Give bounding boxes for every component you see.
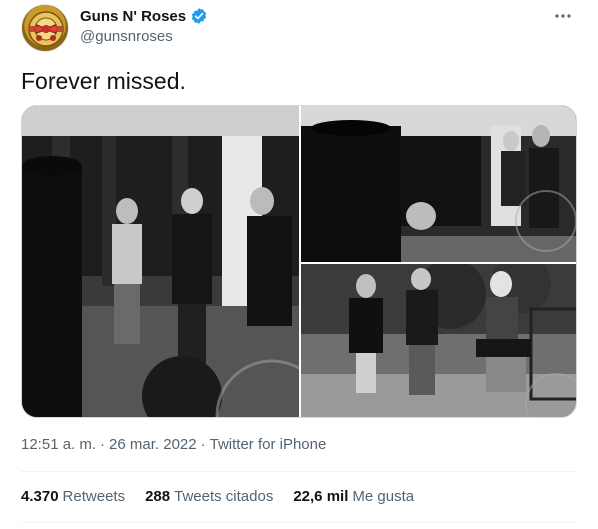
media-grid (21, 105, 577, 418)
retweets-label: Retweets (62, 488, 126, 505)
retweets-count: 4.370 (21, 488, 59, 505)
gnr-logo-icon (28, 11, 64, 47)
quote-tweets-count: 288 (145, 488, 171, 505)
likes-stat[interactable]: 22,6 mil Me gusta (293, 488, 414, 505)
photo-image (22, 106, 299, 417)
verified-badge-icon (191, 8, 207, 24)
photo-band-rehearsal[interactable] (301, 106, 576, 262)
quote-tweets-stat[interactable]: 288 Tweets citados (145, 488, 273, 505)
author-display-name-row[interactable]: Guns N' Roses (80, 7, 208, 25)
tweet-text: Forever missed. (21, 68, 186, 94)
photo-image (301, 106, 576, 262)
ellipsis-icon (555, 14, 571, 18)
divider (21, 522, 577, 523)
likes-count: 22,6 mil (293, 488, 349, 505)
more-options-icon[interactable] (552, 6, 574, 26)
photo-band-outdoor[interactable] (301, 264, 576, 417)
photo-image (301, 264, 576, 417)
tweet: Guns N' Roses @gunsnroses Forever missed… (0, 0, 598, 529)
tweet-time[interactable]: 12:51 a. m. (21, 436, 96, 453)
tweet-stats: 4.370 Retweets 288 Tweets citados 22,6 m… (21, 488, 414, 505)
avatar[interactable] (21, 4, 69, 52)
meta-separator: · (100, 436, 106, 453)
author-display-name[interactable]: Guns N' Roses (80, 8, 186, 25)
retweets-stat[interactable]: 4.370 Retweets (21, 488, 125, 505)
tweet-date[interactable]: 26 mar. 2022 (109, 436, 197, 453)
quote-tweets-label: Tweets citados (174, 488, 274, 505)
likes-label: Me gusta (352, 488, 415, 505)
tweet-source[interactable]: Twitter for iPhone (210, 436, 327, 453)
photo-band-backstage[interactable] (22, 106, 299, 417)
divider (21, 471, 577, 472)
tweet-metadata: 12:51 a. m. · 26 mar. 2022 · Twitter for… (21, 436, 326, 453)
author-handle[interactable]: @gunsnroses (80, 28, 173, 45)
meta-separator: · (200, 436, 206, 453)
